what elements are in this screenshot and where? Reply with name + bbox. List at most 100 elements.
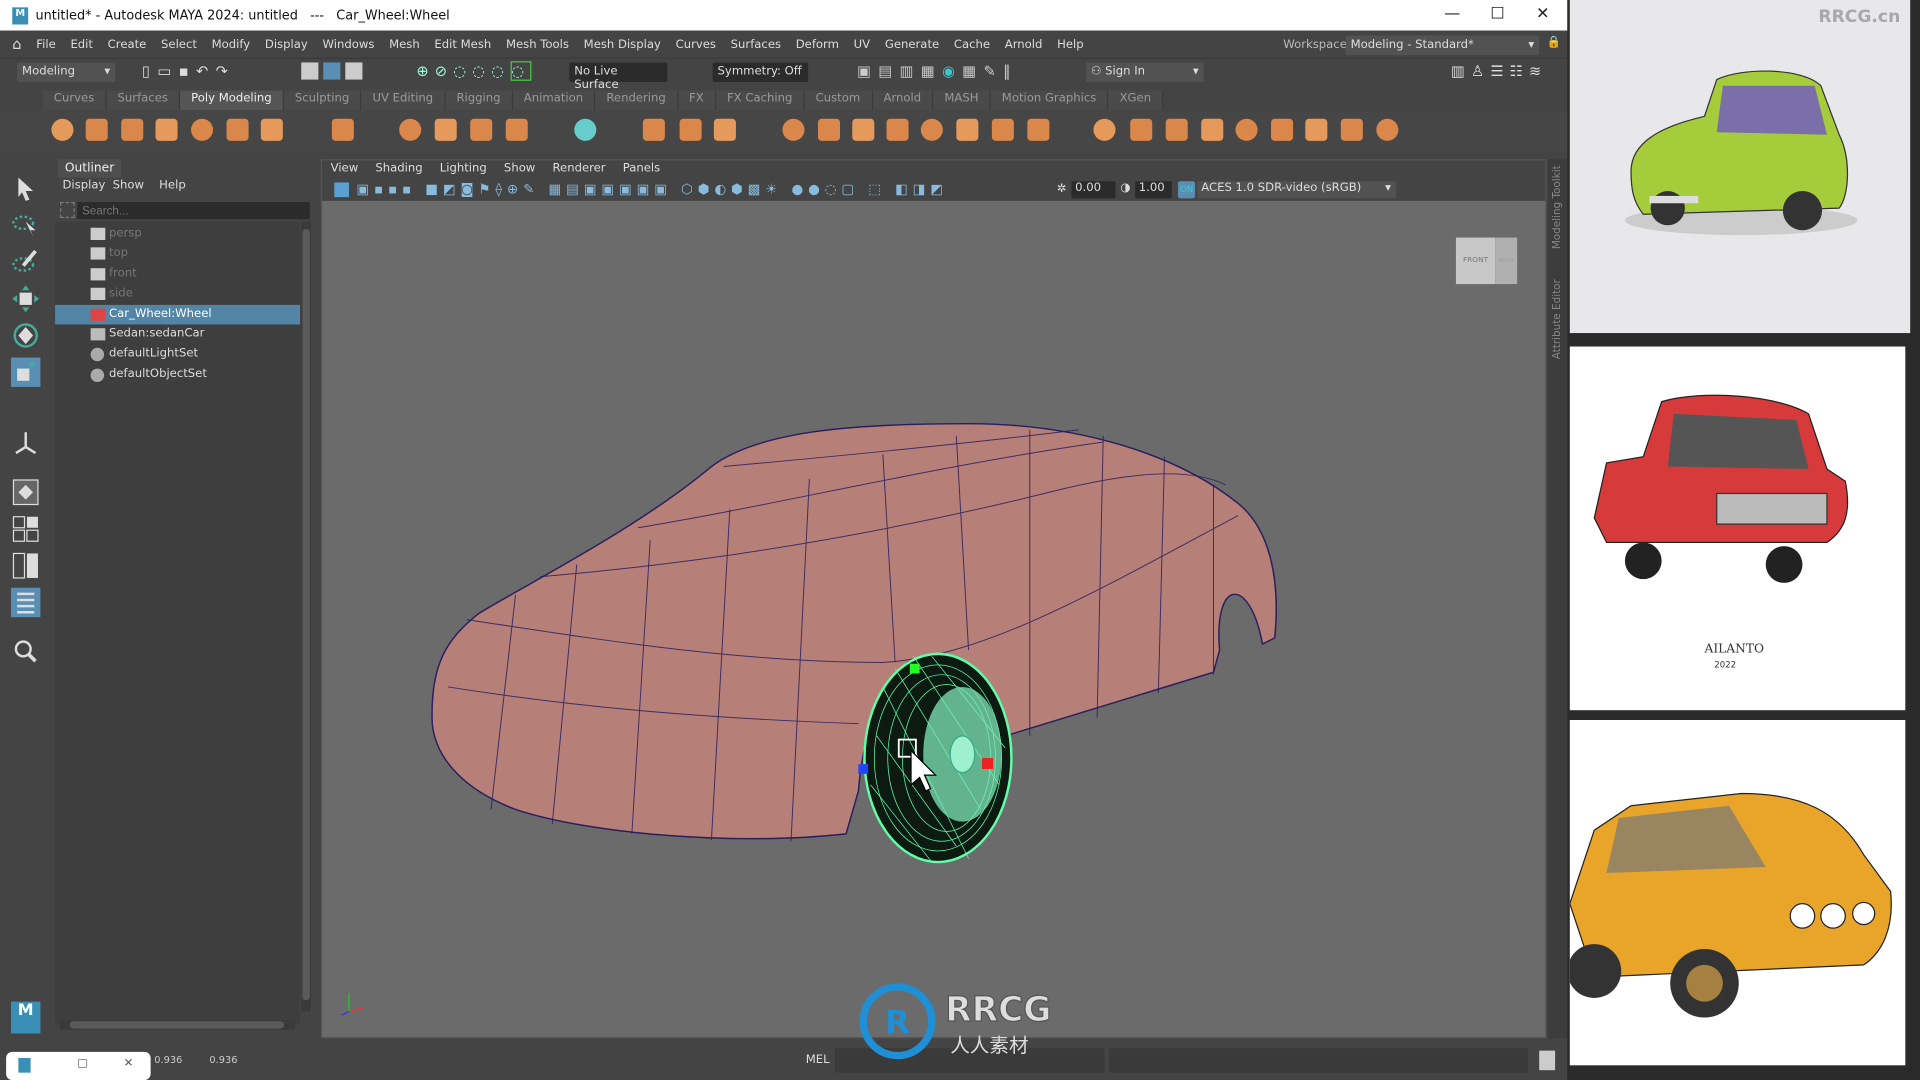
view-cube-right[interactable]: RIGHT — [1495, 237, 1518, 285]
collapse-icon[interactable] — [1271, 118, 1294, 141]
chamfer-icon[interactable] — [1235, 118, 1258, 141]
viewport-menu-view[interactable]: View — [322, 160, 367, 180]
outliner-vertical-scrollbar[interactable] — [301, 221, 312, 1012]
menu-create[interactable]: Create — [100, 37, 153, 50]
boolean-icon[interactable] — [852, 118, 875, 141]
manipulator-y-handle[interactable] — [909, 663, 920, 674]
edge-loop-icon[interactable] — [1340, 118, 1363, 141]
menu-mesh-tools[interactable]: Mesh Tools — [499, 37, 577, 50]
outliner-item[interactable]: defaultLightSet — [55, 345, 300, 365]
view-cube-front[interactable]: FRONT — [1455, 237, 1496, 285]
menu-uv[interactable]: UV — [846, 37, 877, 50]
merge-icon[interactable] — [1130, 118, 1153, 141]
paint-select-tool-icon[interactable] — [11, 247, 40, 276]
mode-dropdown[interactable]: Modeling ▾ — [17, 62, 116, 83]
gamma-field[interactable]: 1.00 — [1135, 181, 1172, 199]
svg-icon[interactable] — [505, 118, 528, 141]
single-perspective-layout-icon[interactable] — [11, 478, 40, 507]
shelf-tab-surfaces[interactable]: Surfaces — [106, 90, 181, 111]
sweep-icon[interactable] — [434, 118, 457, 141]
menu-file[interactable]: File — [29, 37, 63, 50]
shelf-tab-sculpting[interactable]: Sculpting — [283, 90, 362, 111]
maximize-button[interactable]: ☐ — [1485, 5, 1509, 23]
rotate-tool-icon[interactable] — [11, 321, 40, 350]
outliner-item[interactable]: front — [55, 264, 300, 284]
close-icon[interactable]: ✕ — [124, 1057, 134, 1070]
menu-select[interactable]: Select — [154, 37, 205, 50]
smooth-icon[interactable] — [817, 118, 841, 141]
manipulator-z-handle[interactable] — [858, 764, 869, 774]
modeling-toolkit-tab[interactable]: Modeling Toolkit — [1551, 165, 1563, 249]
shelf-tab-mash[interactable]: MASH — [933, 90, 991, 111]
menu-help[interactable]: Help — [1050, 37, 1091, 50]
menu-surfaces[interactable]: Surfaces — [723, 37, 788, 50]
menu-edit-mesh[interactable]: Edit Mesh — [427, 37, 499, 50]
wedge-icon[interactable] — [1165, 118, 1188, 141]
live-surface-field[interactable]: No Live Surface — [569, 62, 668, 92]
bridge-icon[interactable] — [956, 118, 979, 141]
selection-mask-buttons[interactable] — [301, 62, 374, 82]
torus-icon[interactable] — [191, 118, 214, 141]
super-shape-icon[interactable] — [399, 118, 422, 141]
menu-generate[interactable]: Generate — [877, 37, 946, 50]
type-icon[interactable] — [470, 118, 493, 141]
shelf-tab-curves[interactable]: Curves — [42, 90, 107, 111]
menu-curves[interactable]: Curves — [668, 37, 723, 50]
outliner-item[interactable]: persp — [55, 224, 300, 244]
workspace-dropdown[interactable]: Modeling - Standard* ▾ — [1345, 35, 1540, 56]
viewport-icon-buttons[interactable]: ▣▪▪▪ ■◩◙⚑⟠⊕✎ ▦▤▣▣▣▣▣ ⬡⬢◐⬢▩☀ ●●◌▢ ⬚ ◧◨◩ — [356, 181, 948, 197]
viewport-menu-lighting[interactable]: Lighting — [431, 160, 495, 180]
move-tool-icon[interactable] — [11, 284, 40, 313]
maya-home-icon[interactable]: M — [11, 1001, 41, 1034]
menu-modify[interactable]: Modify — [204, 37, 257, 50]
shelf-tab-animation[interactable]: Animation — [512, 90, 596, 111]
bevel-icon[interactable] — [920, 118, 943, 141]
shelf-tab-motion-graphics[interactable]: Motion Graphics — [990, 90, 1109, 111]
platonic-icon[interactable] — [331, 118, 354, 141]
outliner-layout-icon[interactable] — [11, 587, 41, 618]
symmetry-dropdown[interactable]: Symmetry: Off — [712, 62, 809, 83]
menu-mesh[interactable]: Mesh — [382, 37, 427, 50]
combine-icon[interactable] — [713, 118, 736, 141]
attribute-editor-tab[interactable]: Attribute Editor — [1551, 279, 1563, 359]
cone-icon[interactable] — [155, 118, 178, 141]
render-buttons[interactable]: ▣▤▥▦◉▦✎‖ — [857, 62, 1018, 79]
outliner-item[interactable]: Car_Wheel:Wheel — [55, 304, 301, 324]
outliner-item[interactable]: top — [55, 244, 300, 264]
shelf-tab-custom[interactable]: Custom — [804, 90, 873, 111]
file-buttons[interactable]: ▯▭▪↶↷ — [142, 62, 235, 79]
disc-icon[interactable] — [260, 118, 283, 141]
shelf-tab-xgen[interactable]: XGen — [1108, 90, 1164, 111]
sphere-icon[interactable] — [51, 118, 74, 141]
search-icon[interactable] — [11, 637, 40, 666]
menu-windows[interactable]: Windows — [315, 37, 382, 50]
lasso-tool-icon[interactable] — [11, 211, 40, 240]
view-cube[interactable]: FRONT RIGHT — [1455, 237, 1518, 287]
shelf-tab-rigging[interactable]: Rigging — [445, 90, 513, 111]
outliner-item[interactable]: Sedan:sedanCar — [55, 324, 300, 344]
panel-toggle-buttons[interactable]: ▥♙☰☷≋ — [1451, 62, 1547, 79]
measure-icon[interactable] — [642, 118, 665, 141]
outliner-item[interactable]: defaultObjectSet — [55, 365, 300, 385]
four-view-layout-icon[interactable] — [11, 514, 40, 543]
sedan-car-mesh[interactable] — [431, 422, 1277, 842]
extrude-icon[interactable] — [991, 118, 1014, 141]
transform-icon[interactable] — [679, 118, 702, 141]
cylinder-icon[interactable] — [121, 118, 144, 141]
menu-cache[interactable]: Cache — [947, 37, 998, 50]
grid-icon[interactable] — [574, 118, 597, 141]
separate-icon[interactable] — [782, 118, 805, 141]
viewport-menu-shading[interactable]: Shading — [367, 160, 431, 180]
minimize-button[interactable]: — — [1440, 5, 1464, 23]
viewport-menu-panels[interactable]: Panels — [614, 160, 669, 180]
color-space-dropdown[interactable]: ACES 1.0 SDR-video (sRGB) ▾ — [1197, 181, 1396, 199]
shelf-tab-fx[interactable]: FX — [678, 90, 716, 111]
lock-icon[interactable]: 🔒 — [1547, 36, 1562, 49]
append-icon[interactable] — [1027, 118, 1050, 141]
poke-icon[interactable] — [1201, 118, 1224, 141]
shelf-tab-arnold[interactable]: Arnold — [872, 90, 934, 111]
minimized-window-controls[interactable]: ▢ ✕ — [6, 1051, 151, 1080]
outliner-search-input[interactable] — [77, 202, 310, 220]
shelf-tab-fx-caching[interactable]: FX Caching — [715, 90, 805, 111]
menu-display[interactable]: Display — [258, 37, 316, 50]
